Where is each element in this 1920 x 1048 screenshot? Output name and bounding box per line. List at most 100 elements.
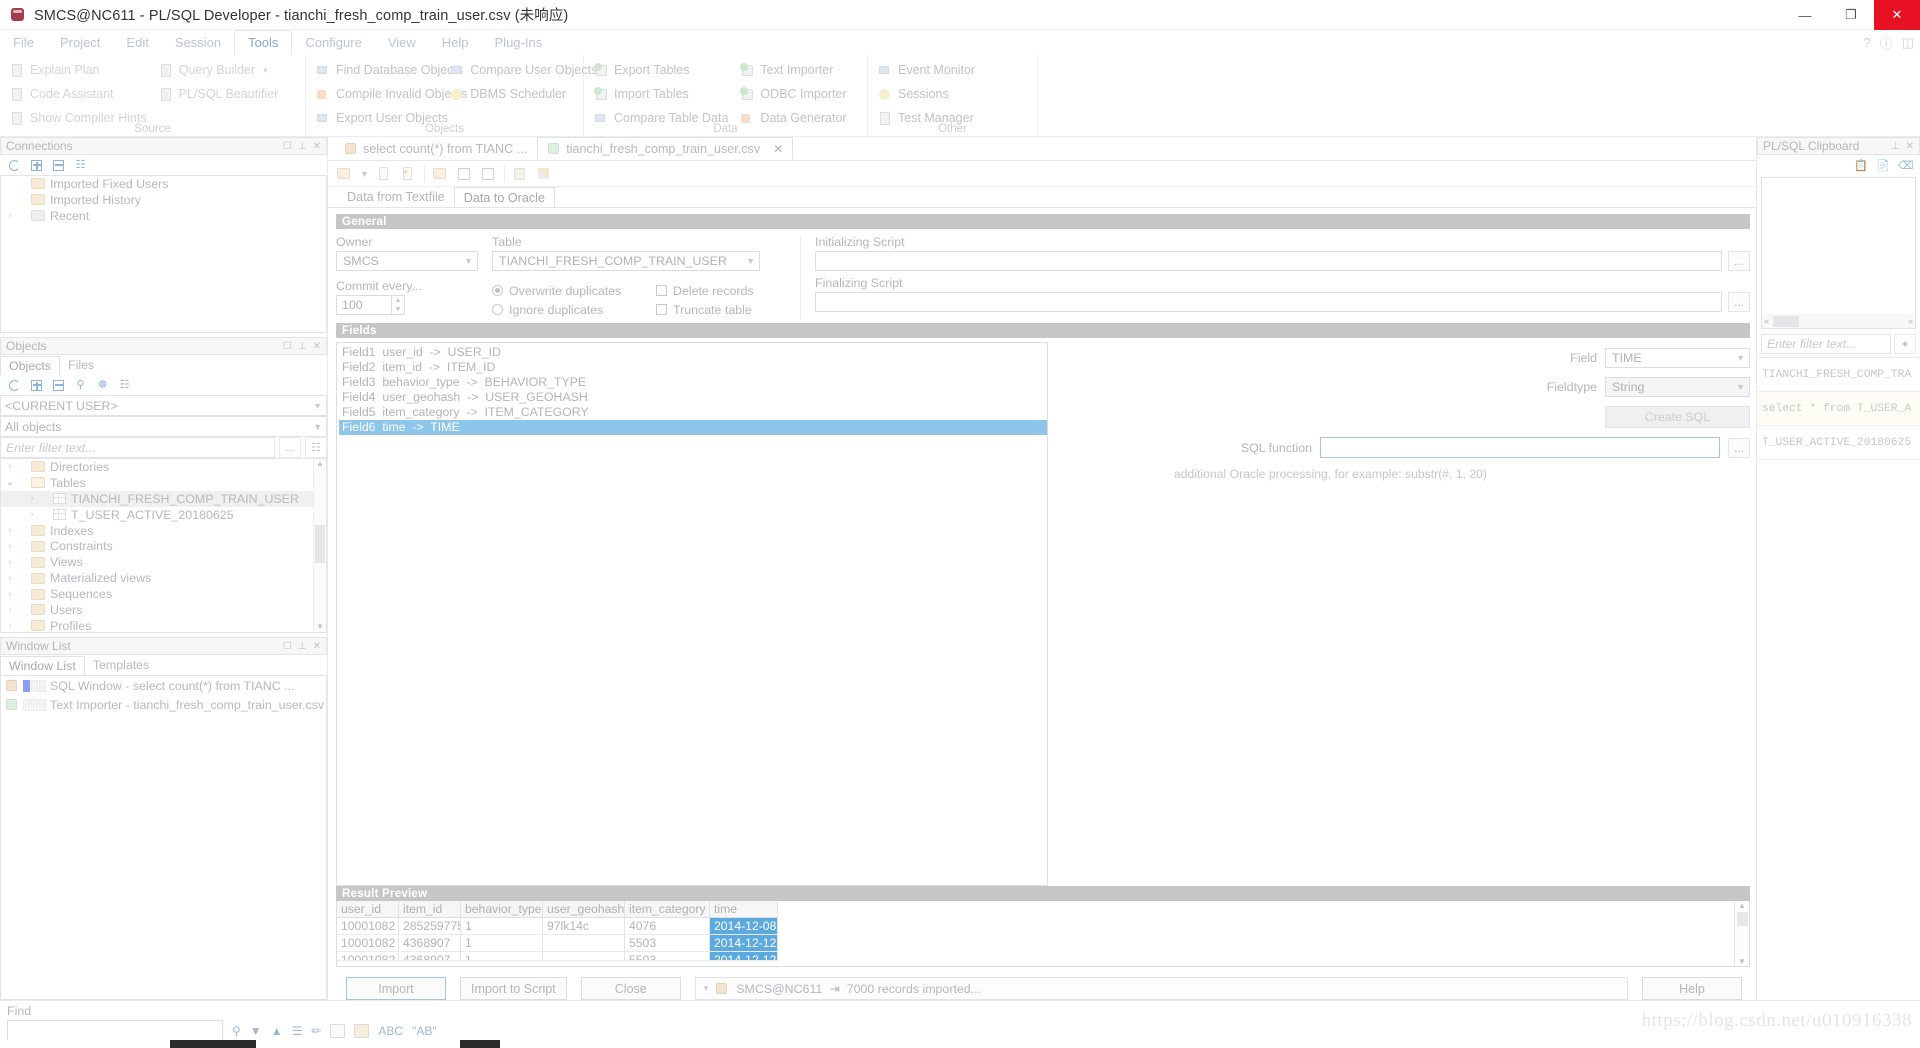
menu-tools[interactable]: Tools [234,30,293,55]
menu-view[interactable]: View [375,30,429,55]
connection-dropdown-icon[interactable]: ▾ [704,983,709,994]
window-list[interactable]: SQL Window - select count(*) from TIANC … [0,675,327,1000]
tab-data-to-oracle[interactable]: Data to Oracle [453,187,555,207]
find-icon[interactable]: ⚲ [232,1024,241,1038]
clipboard-preview-hscroll[interactable]: « » [1762,314,1915,328]
cell-user-id[interactable]: 10001082 [337,918,399,935]
truncate-table-checkbox[interactable]: Truncate table [656,300,786,319]
tree-node-sequences[interactable]: › Sequences [1,586,326,602]
tab-data-from-textfile[interactable]: Data from Textfile [338,187,454,207]
close-icon[interactable]: ✕ [313,641,321,652]
initializing-script-browse-button[interactable]: ... [1728,251,1750,271]
tree-node-imported-history[interactable]: Imported History [1,192,326,208]
ribbon-item-explain-plan[interactable]: Explain Plan [6,58,155,82]
finalizing-script-input[interactable] [815,292,1722,312]
twisty-icon[interactable]: › [3,620,17,631]
find-input[interactable] [7,1020,223,1041]
twisty-icon[interactable]: › [3,210,17,221]
paste-icon[interactable] [376,166,393,182]
doc-tab-sql-window[interactable]: select count(*) from TIANC ... [334,137,537,160]
window-list-item-sql-window[interactable]: SQL Window - select count(*) from TIANC … [1,676,326,695]
tab-templates[interactable]: Templates [85,656,157,675]
result-grid-row[interactable]: 10001082 285259775 1 97lk14c 4076 2014-1… [337,918,1734,935]
ribbon-item-query-builder[interactable]: Query Builder ▾ [155,58,287,82]
objects-filter-input[interactable]: Enter filter text... [0,437,275,458]
doc-tab-text-importer[interactable]: tianchi_fresh_comp_train_user.csv ✕ [537,137,794,160]
objects-user-select[interactable]: <CURRENT USER> ▼ [0,395,327,416]
delete-records-checkbox[interactable]: Delete records [656,281,786,300]
field-row[interactable]: Field4 user_geohash -> USER_GEOHASH [339,390,1047,405]
stepper-buttons[interactable]: ▲ ▼ [391,295,405,315]
tree-node-imported-fixed-users[interactable]: Imported Fixed Users [1,176,326,192]
cell-time[interactable]: 2014-12-12 12 [710,935,778,952]
commit-every-stepper[interactable]: 100 ▲ ▼ [336,295,478,315]
twisty-icon[interactable]: › [25,509,39,520]
field-row-selected[interactable]: Field6 time -> TIME [339,420,1047,435]
window-list-item-text-importer[interactable]: Text Importer - tianchi_fresh_comp_train… [1,695,326,714]
list-icon[interactable]: ☰ [292,1024,303,1038]
twisty-icon[interactable]: › [3,541,17,552]
result-grid-row-partial[interactable]: 10001082 4368907 1 5503 2014-12-12 12 [337,952,1734,961]
overwrite-duplicates-radio[interactable]: Overwrite duplicates [492,281,642,300]
close-tab-icon[interactable]: ✕ [773,142,783,156]
chevron-down-icon[interactable]: ▼ [1736,382,1745,392]
field-row[interactable]: Field1 user_id -> USER_ID [339,345,1047,360]
chevron-down-icon[interactable]: ▼ [313,401,322,411]
filter-options-button[interactable]: ... [279,437,301,458]
result-preview-grid[interactable]: user_id item_id behavior_type user_geoha… [336,901,1750,967]
cell-user-geohash[interactable] [543,952,625,961]
save-as-icon[interactable] [480,166,497,182]
find-next-icon[interactable]: ▼ [250,1024,262,1038]
session-icon[interactable] [512,166,529,182]
clipboard-filter-input[interactable]: Enter filter text... [1761,334,1891,354]
scroll-thumb[interactable] [1736,912,1748,926]
twisty-icon[interactable]: › [3,525,17,536]
finalizing-script-browse-button[interactable]: ... [1728,292,1750,312]
cell-time[interactable]: 2014-12-08 18 [710,918,778,935]
refresh-icon[interactable] [8,379,21,392]
cell-behavior-type[interactable]: 1 [461,935,543,952]
refresh-icon[interactable] [8,159,21,172]
new-item-icon[interactable]: ✦ [1894,334,1916,354]
highlight-icon[interactable]: ✏ [311,1024,321,1038]
menu-help[interactable]: Help [429,30,482,55]
cell-behavior-type[interactable]: 1 [461,918,543,935]
result-grid-scrollbar[interactable]: ▲ ▼ [1734,901,1749,966]
close-icon[interactable]: ✕ [313,341,321,352]
pin-icon[interactable]: ⊥ [1891,141,1900,152]
restore-icon[interactable]: ☐ [283,641,292,652]
collapse-all-icon[interactable] [52,159,65,172]
tree-node-views[interactable]: › Views [1,554,326,570]
close-button[interactable]: Close [580,977,681,1000]
field-row[interactable]: Field3 behavior_type -> BEHAVIOR_TYPE [339,375,1047,390]
pin-icon[interactable]: ⊥ [298,141,307,152]
menu-configure[interactable]: Configure [292,30,374,55]
menu-file[interactable]: File [0,30,47,55]
col-header-user-id[interactable]: user_id [337,901,399,918]
tree-node-recent[interactable]: › Recent [1,208,326,224]
find-icon[interactable]: ⚲ [74,379,87,392]
copy-icon[interactable]: 📋 [1854,160,1868,173]
menu-edit[interactable]: Edit [113,30,161,55]
tree-node-indexes[interactable]: › Indexes [1,523,326,539]
ribbon-item-sessions[interactable]: Sessions [874,82,983,106]
clipboard-list-item[interactable]: TIANCHI_FRESH_COMP_TRA [1757,358,1920,392]
stop-icon[interactable] [330,1023,346,1038]
open-file-icon[interactable] [336,166,353,182]
cell-behavior-type[interactable]: 1 [461,952,543,961]
window-icon[interactable]: ◫ [1902,35,1914,51]
collapse-all-icon[interactable] [52,379,65,392]
twisty-icon[interactable]: › [3,573,17,584]
initializing-script-input[interactable] [815,251,1722,271]
result-grid-row[interactable]: 10001082 4368907 1 5503 2014-12-12 12 [337,935,1734,952]
col-header-user-geohash[interactable]: user_geohash [543,901,625,918]
chevron-down-icon[interactable]: ▼ [464,256,473,266]
beautifier-icon[interactable] [536,166,553,182]
new-connection-icon[interactable]: ☷ [74,159,87,172]
create-sql-button[interactable]: Create SQL [1605,406,1750,428]
clipboard-list[interactable]: TIANCHI_FRESH_COMP_TRA select * from T_U… [1757,357,1920,1000]
menu-session[interactable]: Session [162,30,234,55]
ribbon-item-find-database-objects[interactable]: Find Database Objects [312,58,463,82]
close-icon[interactable]: ✕ [313,141,321,152]
cell-user-geohash[interactable] [543,935,625,952]
